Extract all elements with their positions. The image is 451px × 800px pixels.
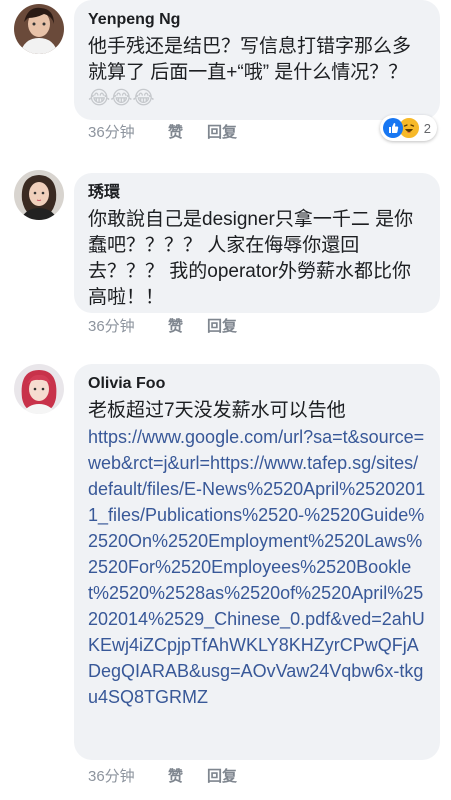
comment-author[interactable]: Yenpeng Ng (88, 10, 426, 30)
like-button[interactable]: 赞 (168, 766, 183, 788)
like-button[interactable]: 赞 (168, 122, 183, 144)
comment-time[interactable]: 36分钟 (88, 766, 148, 788)
comment-text: 你敢說自己是designer只拿一千二 是你蠢吧？？？？ 人家在侮辱你還回去？？… (88, 209, 414, 308)
reaction-count: 2 (423, 120, 431, 136)
comment-link[interactable]: https://www.google.com/url?sa=t&source=w… (88, 424, 426, 710)
avatar[interactable] (14, 170, 64, 220)
comment-time[interactable]: 36分钟 (88, 122, 148, 144)
comment-meta: 36分钟 赞 回复 (88, 766, 237, 788)
like-icon (382, 118, 403, 138)
reply-button[interactable]: 回复 (207, 766, 237, 788)
comment-bubble: Yenpeng Ng 他手残还是结巴？写信息打错字那么多就算了 后面一直+“哦”… (74, 0, 440, 120)
comment-author[interactable]: Olivia Foo (88, 374, 426, 394)
comment-bubble: Olivia Foo 老板超过7天没发薪水可以告他 https://www.go… (74, 364, 440, 760)
comment-author[interactable]: 琇環 (88, 183, 426, 203)
avatar[interactable] (14, 4, 64, 54)
comment-text-body: 他手残还是结巴？写信息打错字那么多就算了 后面一直+“哦” 是什么情况？？ (88, 36, 412, 83)
like-button[interactable]: 赞 (168, 316, 183, 338)
reply-button[interactable]: 回复 (207, 122, 237, 144)
comment-meta: 36分钟 赞 回复 (88, 122, 237, 144)
comment-text: 老板超过7天没发薪水可以告他 (88, 400, 346, 421)
emoji-text: 😂😂😂 (88, 88, 155, 109)
avatar[interactable] (14, 364, 64, 414)
comment-meta: 36分钟 赞 回复 (88, 316, 237, 338)
comment-time[interactable]: 36分钟 (88, 316, 148, 338)
reaction-summary[interactable]: 2 (379, 115, 437, 141)
comment-text: 他手残还是结巴？写信息打错字那么多就算了 后面一直+“哦” 是什么情况？？ 😂😂… (88, 34, 426, 112)
reply-button[interactable]: 回复 (207, 316, 237, 338)
comment-bubble: 琇環 你敢說自己是designer只拿一千二 是你蠢吧？？？？ 人家在侮辱你還回… (74, 173, 440, 313)
